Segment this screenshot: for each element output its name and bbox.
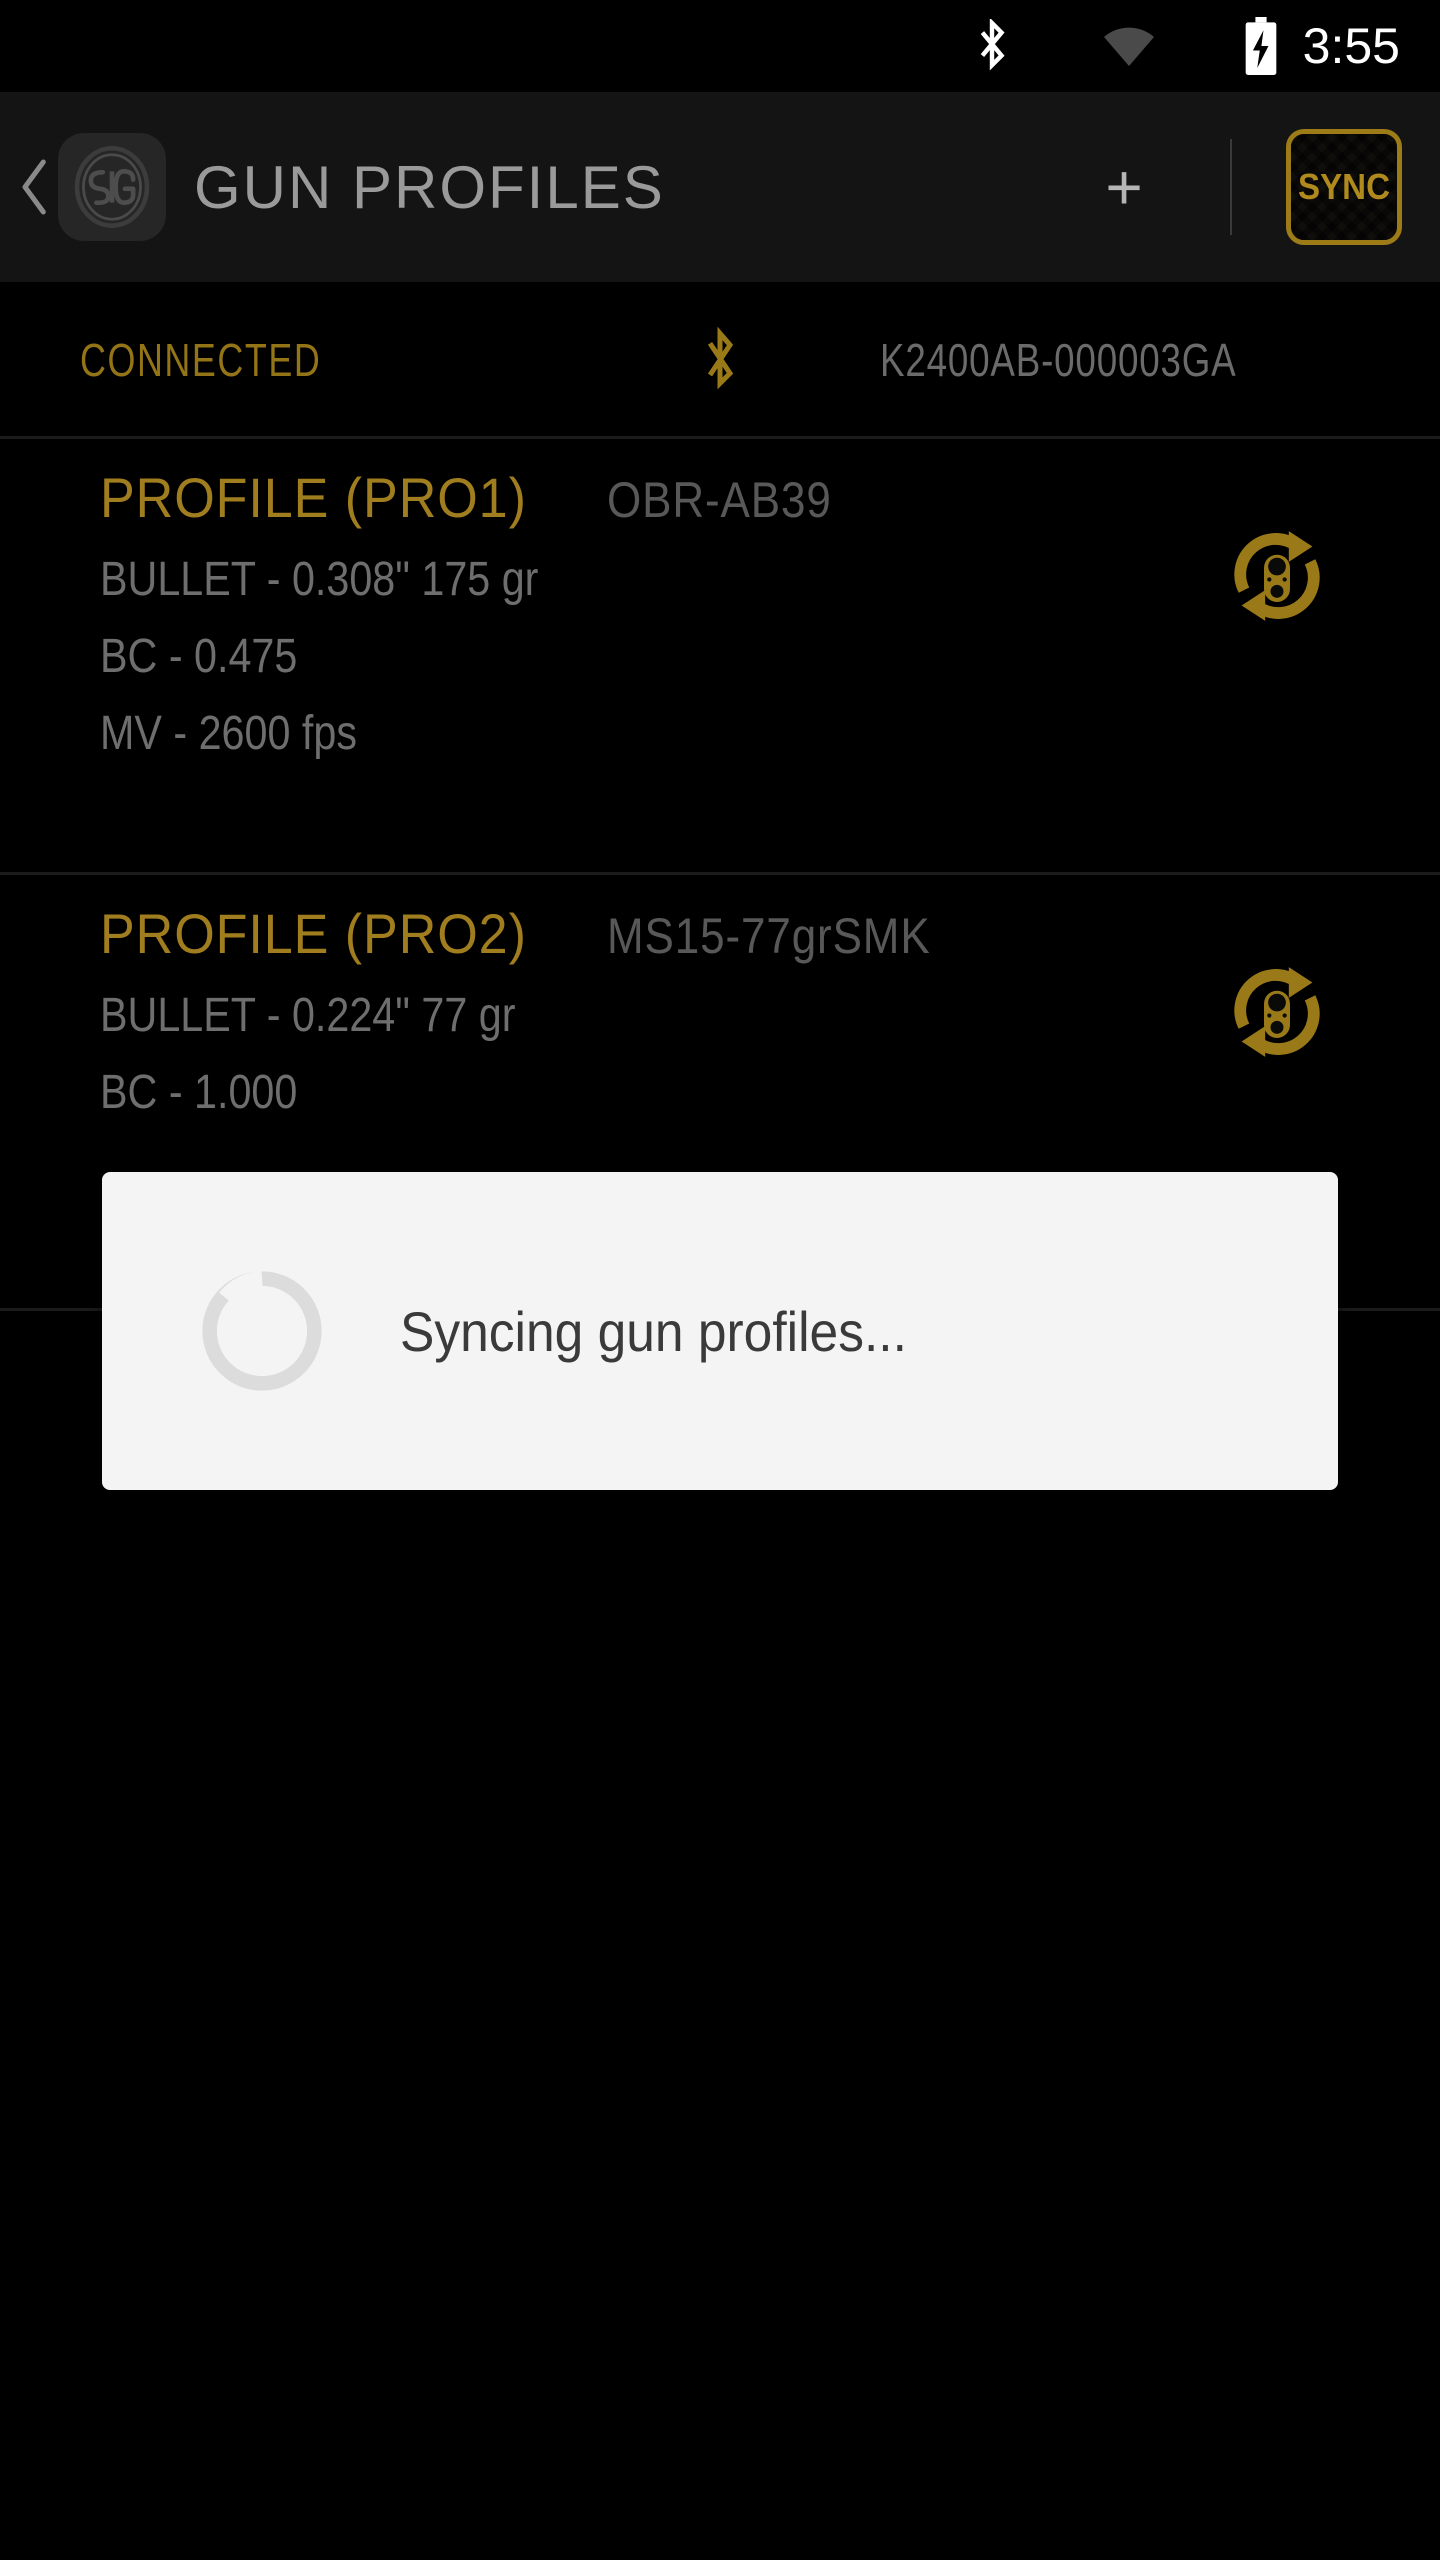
sig-sauer-logo[interactable] bbox=[58, 133, 166, 241]
connection-status: CONNECTED bbox=[80, 333, 322, 386]
wifi-icon bbox=[1101, 23, 1157, 69]
sync-button-label: SYNC bbox=[1297, 166, 1391, 207]
sync-arrows-icon[interactable] bbox=[1218, 953, 1336, 1071]
app-header: GUN PROFILES + SYNC bbox=[0, 92, 1440, 282]
syncing-dialog-message: Syncing gun profiles... bbox=[400, 1299, 907, 1363]
profile-bullet: BULLET - 0.308" 175 gr bbox=[100, 553, 539, 606]
bluetooth-icon bbox=[969, 19, 1015, 73]
profile-name: PROFILE (PRO1) bbox=[100, 466, 527, 529]
profile-tag: OBR-AB39 bbox=[606, 472, 832, 528]
profile-name: PROFILE (PRO2) bbox=[100, 902, 527, 965]
status-bar-clock: 3:55 bbox=[1302, 18, 1400, 74]
sync-button[interactable]: SYNC bbox=[1286, 129, 1402, 245]
syncing-dialog: Syncing gun profiles... bbox=[102, 1172, 1338, 1490]
battery-charging-icon bbox=[1241, 17, 1281, 75]
loading-spinner-icon bbox=[198, 1267, 326, 1395]
profile-bc: BC - 0.475 bbox=[100, 630, 298, 683]
device-serial: K2400AB-000003GA bbox=[880, 333, 1237, 386]
add-profile-button[interactable]: + bbox=[1084, 147, 1164, 227]
profile-mv: MV - 2600 fps bbox=[100, 707, 357, 760]
bluetooth-icon bbox=[700, 326, 740, 394]
sync-arrows-icon[interactable] bbox=[1218, 517, 1336, 635]
page-title: GUN PROFILES bbox=[194, 153, 665, 221]
profile-bullet: BULLET - 0.224" 77 gr bbox=[100, 989, 516, 1042]
status-bar: 3:55 bbox=[0, 0, 1440, 92]
profile-bc: BC - 1.000 bbox=[100, 1066, 298, 1119]
profile-tag: MS15-77grSMK bbox=[606, 908, 931, 964]
app-root: 3:55 GUN PROFILES + SYNC CONNECTED K2400… bbox=[0, 0, 1440, 2560]
profile-row[interactable]: PROFILE (PRO1) OBR-AB39 BULLET - 0.308" … bbox=[0, 439, 1440, 872]
connection-bar: CONNECTED K2400AB-000003GA bbox=[0, 282, 1440, 437]
back-chevron-icon[interactable] bbox=[18, 156, 52, 218]
header-divider bbox=[1230, 139, 1232, 235]
